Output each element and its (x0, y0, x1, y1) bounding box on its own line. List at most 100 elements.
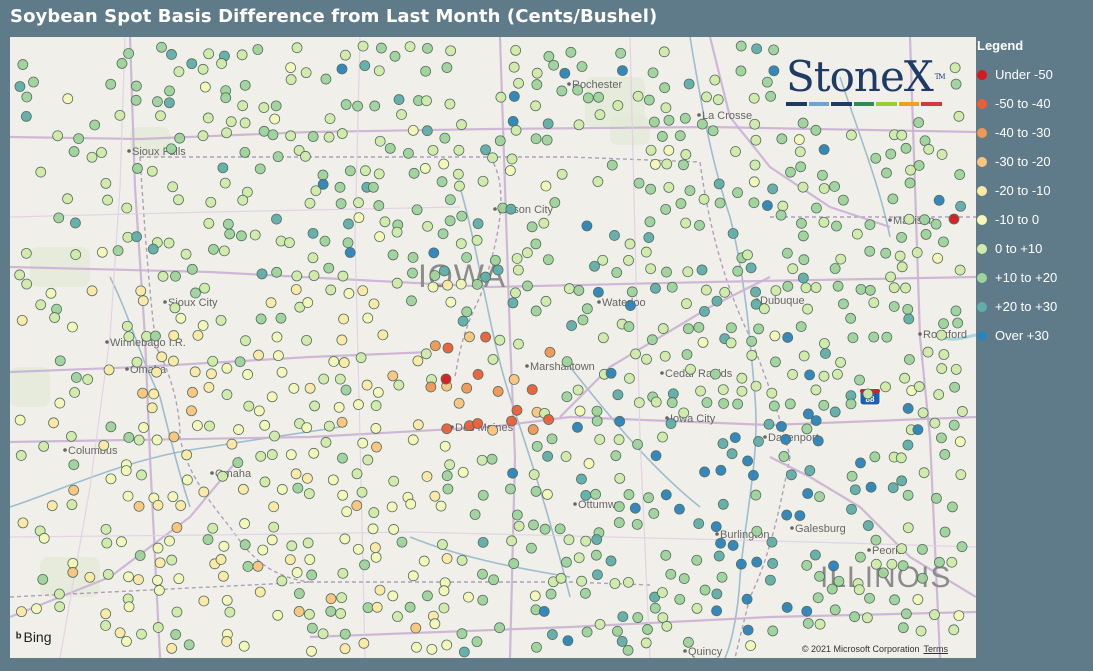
basis-point (817, 169, 828, 181)
basis-point (276, 366, 288, 378)
basis-point (732, 398, 744, 410)
basis-point (548, 59, 560, 71)
basis-point (307, 131, 319, 142)
map-view[interactable]: RochesterLa CrosseSioux FallsMason CityM… (10, 37, 976, 658)
legend-item[interactable]: -20 to -10 (977, 176, 1089, 205)
basis-point (456, 210, 468, 222)
basis-point (561, 391, 573, 403)
basis-point (691, 602, 703, 614)
basis-point (543, 414, 555, 425)
basis-point (374, 584, 386, 596)
basis-point (750, 489, 762, 501)
city-label: Davenport (768, 432, 819, 444)
basis-point (560, 451, 572, 462)
basis-point (157, 270, 169, 282)
basis-point (715, 537, 726, 549)
basis-point (592, 286, 604, 298)
basis-point (896, 129, 908, 141)
legend-item[interactable]: +10 to +20 (977, 263, 1089, 292)
basis-point (565, 46, 577, 58)
map-canvas[interactable]: RochesterLa CrosseSioux FallsMason CityM… (10, 37, 976, 658)
legend-item[interactable]: -10 to 0 (977, 205, 1089, 234)
river (409, 536, 571, 578)
basis-point (952, 317, 964, 329)
basis-point (102, 194, 113, 206)
basis-point (606, 159, 618, 171)
basis-point (224, 606, 236, 618)
basis-point (100, 523, 112, 535)
basis-point (632, 438, 643, 450)
basis-point (356, 486, 368, 498)
basis-point (369, 542, 381, 553)
basis-point (335, 198, 347, 210)
basis-point (594, 434, 606, 445)
legend-item[interactable]: -30 to -20 (977, 147, 1089, 176)
bing-attribution[interactable]: ᵇ Bing (16, 629, 52, 645)
legend-label: -10 to 0 (995, 212, 1040, 227)
basis-point (407, 252, 419, 263)
legend-label: -20 to -10 (995, 183, 1051, 198)
city-label: Waterloo (602, 297, 646, 309)
basis-point (217, 470, 228, 482)
basis-point (697, 336, 709, 348)
basis-point (105, 421, 117, 433)
basis-point (507, 297, 519, 309)
basis-point (802, 303, 813, 315)
basis-point (171, 606, 183, 618)
logo-stripe-segment (808, 102, 830, 106)
city-marker (163, 300, 167, 304)
basis-point (701, 397, 713, 408)
basis-point (14, 81, 26, 92)
basis-point (643, 94, 655, 106)
basis-point (680, 149, 692, 160)
basis-point (880, 381, 891, 393)
basis-point (777, 200, 789, 212)
city-marker (525, 364, 529, 368)
basis-point (387, 249, 399, 261)
basis-point (189, 366, 201, 378)
basis-point (674, 130, 686, 142)
basis-point (541, 134, 553, 146)
basis-point (357, 40, 369, 52)
basis-point (141, 330, 152, 342)
basis-point (681, 298, 692, 310)
basis-point (342, 237, 354, 249)
basis-point (334, 373, 346, 385)
basis-point (746, 335, 758, 347)
basis-point (203, 381, 215, 393)
basis-point (464, 331, 475, 343)
basis-point (645, 183, 656, 195)
basis-point (477, 568, 488, 580)
city-marker (125, 367, 129, 371)
basis-point (614, 415, 626, 427)
basis-point (647, 67, 659, 79)
basis-point (903, 213, 915, 225)
basis-point (339, 643, 351, 655)
basis-point (530, 305, 542, 317)
legend-item[interactable]: -50 to -40 (977, 89, 1089, 118)
basis-point (933, 389, 945, 400)
basis-point (73, 133, 85, 145)
basis-point (236, 230, 247, 242)
basis-point (302, 472, 313, 484)
basis-point (458, 646, 470, 658)
city-label: Quincy (688, 646, 723, 658)
basis-point (786, 469, 797, 481)
basis-point (275, 312, 287, 324)
basis-point (711, 295, 723, 307)
terms-link[interactable]: Terms (924, 644, 949, 654)
basis-point (947, 501, 958, 513)
basis-point (678, 159, 689, 171)
basis-point (221, 389, 233, 400)
city-label: La Crosse (702, 110, 752, 122)
basis-point (801, 423, 813, 435)
basis-point (121, 320, 133, 332)
highway (10, 350, 431, 374)
legend-item[interactable]: Under -50 (977, 60, 1089, 89)
logo-stripe-segment (831, 102, 852, 106)
legend-item[interactable]: Over +30 (977, 321, 1089, 350)
legend-item[interactable]: -40 to -30 (977, 118, 1089, 147)
basis-point (480, 144, 491, 156)
legend-item[interactable]: 0 to +10 (977, 234, 1089, 263)
legend-item[interactable]: +20 to +30 (977, 292, 1089, 321)
